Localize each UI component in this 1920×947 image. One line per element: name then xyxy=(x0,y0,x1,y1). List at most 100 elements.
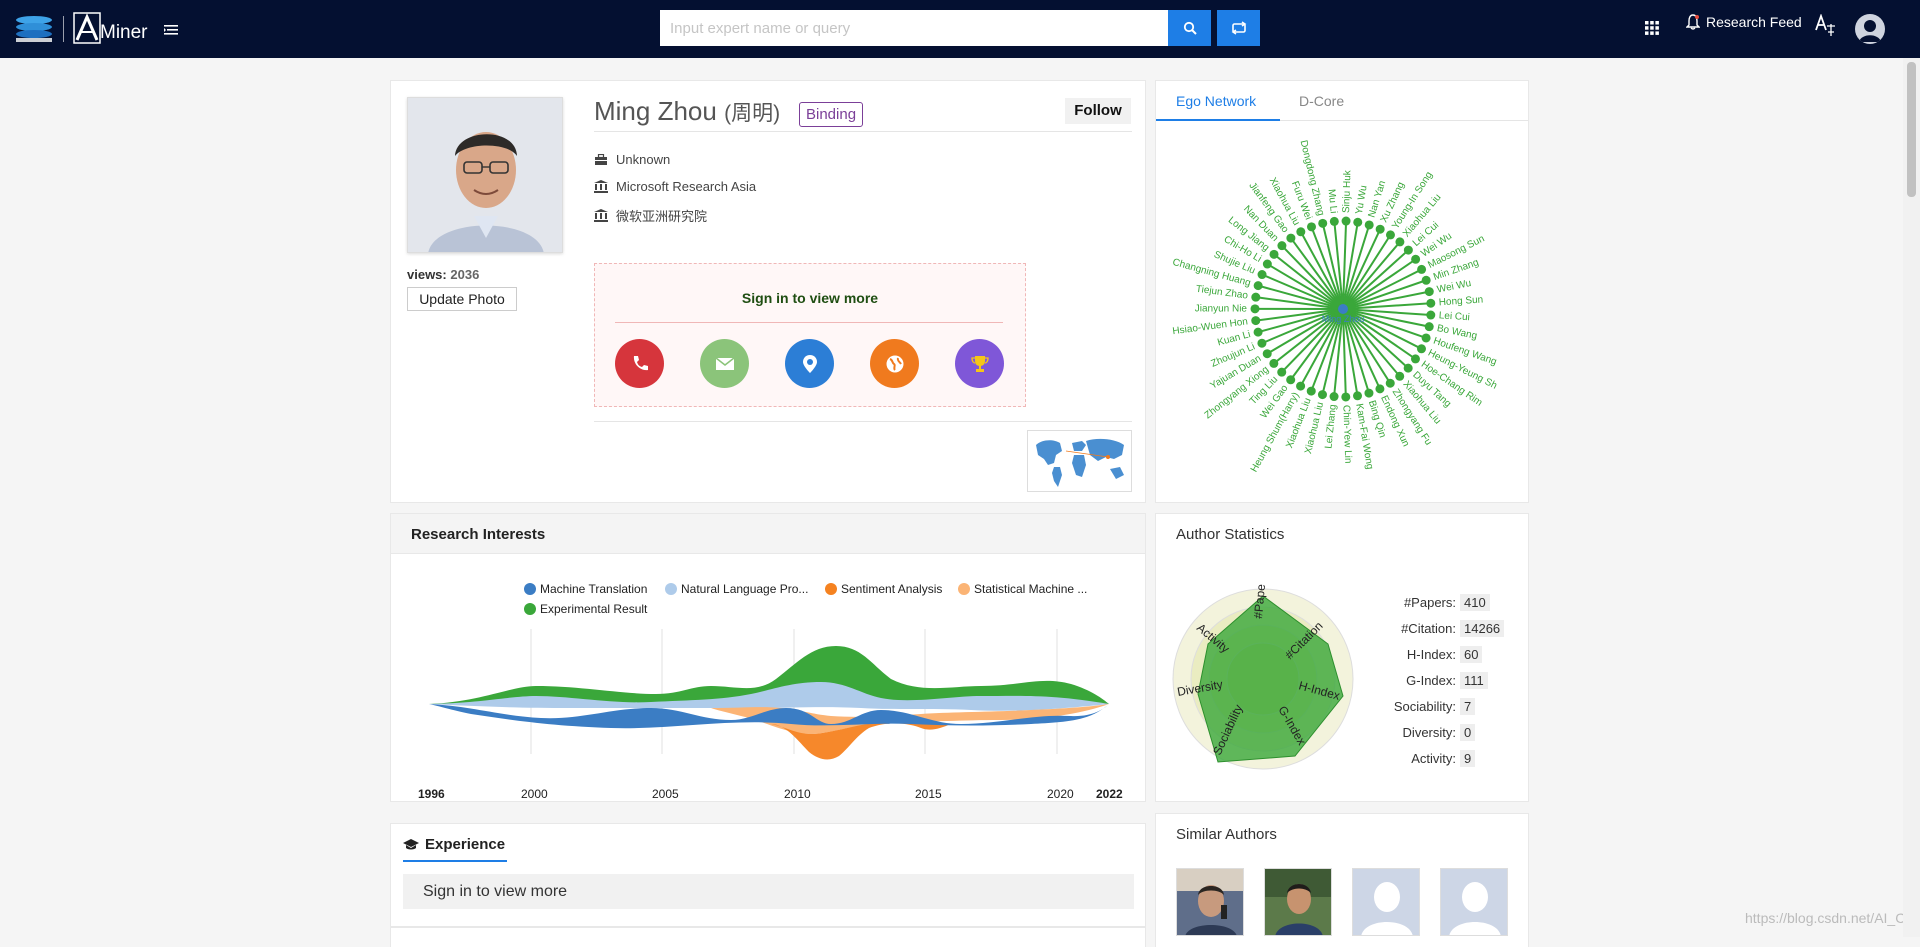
page-scrollbar[interactable] xyxy=(1903,58,1920,937)
ego-node[interactable] xyxy=(1342,217,1351,226)
update-photo-button[interactable]: Update Photo xyxy=(407,287,517,311)
ego-node[interactable] xyxy=(1341,392,1350,401)
tab-ego-network[interactable]: Ego Network xyxy=(1176,93,1256,109)
email-contact-button[interactable] xyxy=(700,339,749,388)
ego-node[interactable] xyxy=(1353,391,1362,400)
ego-node[interactable] xyxy=(1263,349,1272,358)
author-statistics-radar[interactable]: #Papers #Citation H-Index G-Index Sociab… xyxy=(1168,584,1358,774)
tab-d-core[interactable]: D-Core xyxy=(1299,93,1344,109)
ego-node[interactable] xyxy=(1425,287,1434,296)
ego-node[interactable] xyxy=(1386,230,1395,239)
aminer-brand-text: Miner xyxy=(100,22,148,44)
ego-node[interactable] xyxy=(1263,260,1272,269)
ego-node[interactable] xyxy=(1411,354,1420,363)
ego-node[interactable] xyxy=(1422,276,1431,285)
menu-toggle-icon[interactable] xyxy=(164,25,178,35)
ego-center-node[interactable] xyxy=(1338,304,1348,314)
location-pin-icon xyxy=(802,354,818,374)
location-contact-button[interactable] xyxy=(785,339,834,388)
phone-contact-button[interactable] xyxy=(615,339,664,388)
ego-node-label[interactable]: Sinju Huk xyxy=(1341,169,1354,213)
ego-node[interactable] xyxy=(1254,328,1263,337)
ego-node[interactable] xyxy=(1318,219,1327,228)
ego-node[interactable] xyxy=(1404,246,1413,255)
signin-prompt[interactable]: Sign in to view more xyxy=(595,290,1025,306)
similar-author-avatar[interactable] xyxy=(1352,868,1420,936)
research-feed-link[interactable]: Research Feed xyxy=(1686,14,1802,30)
ego-node[interactable] xyxy=(1307,387,1316,396)
acemap-logo[interactable] xyxy=(14,14,54,44)
ego-node[interactable] xyxy=(1395,237,1404,246)
experience-panel: Experience Sign in to view more xyxy=(390,823,1146,927)
ego-node[interactable] xyxy=(1277,241,1286,250)
ego-tabs: Ego Network D-Core xyxy=(1156,81,1528,121)
ego-node[interactable] xyxy=(1251,304,1260,313)
search-input[interactable] xyxy=(660,10,1168,46)
ego-node-label[interactable]: Jianyun Nie xyxy=(1195,303,1248,314)
ego-node[interactable] xyxy=(1318,390,1327,399)
ego-node[interactable] xyxy=(1257,339,1266,348)
ego-node[interactable] xyxy=(1426,311,1435,320)
ego-node[interactable] xyxy=(1411,255,1420,264)
legend-statistical-machine[interactable]: Statistical Machine ... xyxy=(958,582,1087,596)
legend-experimental-result[interactable]: Experimental Result xyxy=(524,602,647,616)
ego-node[interactable] xyxy=(1386,379,1395,388)
contact-signin-box: Sign in to view more xyxy=(594,263,1026,407)
ego-node-label[interactable]: Hong Sun xyxy=(1438,294,1483,308)
ego-node[interactable] xyxy=(1376,225,1385,234)
ego-node[interactable] xyxy=(1426,299,1435,308)
ego-node[interactable] xyxy=(1364,389,1373,398)
legend-machine-translation[interactable]: Machine Translation xyxy=(524,582,647,596)
ego-node[interactable] xyxy=(1269,359,1278,368)
ego-node[interactable] xyxy=(1277,368,1286,377)
search-button[interactable] xyxy=(1168,10,1211,46)
ego-node-label[interactable]: Chin-Yew Lin xyxy=(1340,405,1353,464)
ego-node[interactable] xyxy=(1254,281,1263,290)
switch-search-button[interactable] xyxy=(1217,10,1260,46)
research-interests-streamgraph[interactable]: 1996 2000 2005 2010 2015 2020 2022 xyxy=(391,624,1147,802)
ego-node[interactable] xyxy=(1353,218,1362,227)
legend-sentiment-analysis[interactable]: Sentiment Analysis xyxy=(825,582,942,596)
language-switch-icon[interactable] xyxy=(1814,14,1836,38)
ego-node[interactable] xyxy=(1286,375,1295,384)
ego-node[interactable] xyxy=(1258,270,1267,279)
user-avatar[interactable] xyxy=(1855,14,1885,44)
experience-title-text: Experience xyxy=(425,836,505,853)
ego-node[interactable] xyxy=(1417,265,1426,274)
scrollbar-thumb[interactable] xyxy=(1907,62,1916,197)
ego-node[interactable] xyxy=(1330,217,1339,226)
similar-authors-panel: Similar Authors xyxy=(1155,813,1529,947)
ego-node-label[interactable]: Mu Li xyxy=(1326,189,1339,214)
homepage-contact-button[interactable] xyxy=(870,339,919,388)
ego-node[interactable] xyxy=(1251,293,1260,302)
ego-node[interactable] xyxy=(1417,344,1426,353)
ego-node[interactable] xyxy=(1365,220,1374,229)
ego-node[interactable] xyxy=(1425,322,1434,331)
search-icon xyxy=(1183,21,1197,35)
similar-author-avatar[interactable] xyxy=(1440,868,1508,936)
ego-node[interactable] xyxy=(1270,250,1279,259)
binding-badge[interactable]: Binding xyxy=(799,102,863,127)
ego-node[interactable] xyxy=(1251,316,1260,325)
ego-node[interactable] xyxy=(1307,222,1316,231)
ego-node[interactable] xyxy=(1422,333,1431,342)
ego-node[interactable] xyxy=(1296,227,1305,236)
awards-contact-button[interactable] xyxy=(955,339,1004,388)
world-map-thumbnail[interactable] xyxy=(1027,430,1132,492)
ego-node-label[interactable]: Lei Zhang xyxy=(1323,404,1338,449)
similar-author-avatar[interactable] xyxy=(1176,868,1244,936)
follow-button[interactable]: Follow xyxy=(1065,98,1131,124)
ego-node[interactable] xyxy=(1375,384,1384,393)
ego-node[interactable] xyxy=(1395,372,1404,381)
ego-node[interactable] xyxy=(1286,234,1295,243)
aminer-logo[interactable]: Miner xyxy=(73,12,153,44)
ego-network-graph[interactable]: Sinju HukYu WuNan YanXu ZhangYoung-In So… xyxy=(1156,122,1530,502)
ego-node-label[interactable]: Lei Cui xyxy=(1438,310,1470,323)
ego-node[interactable] xyxy=(1404,364,1413,373)
ego-node[interactable] xyxy=(1296,382,1305,391)
similar-author-avatar[interactable] xyxy=(1264,868,1332,936)
apps-grid-icon[interactable] xyxy=(1645,21,1659,35)
ego-node[interactable] xyxy=(1330,392,1339,401)
experience-signin-prompt[interactable]: Sign in to view more xyxy=(403,874,1134,909)
legend-nlp[interactable]: Natural Language Pro... xyxy=(665,582,808,596)
